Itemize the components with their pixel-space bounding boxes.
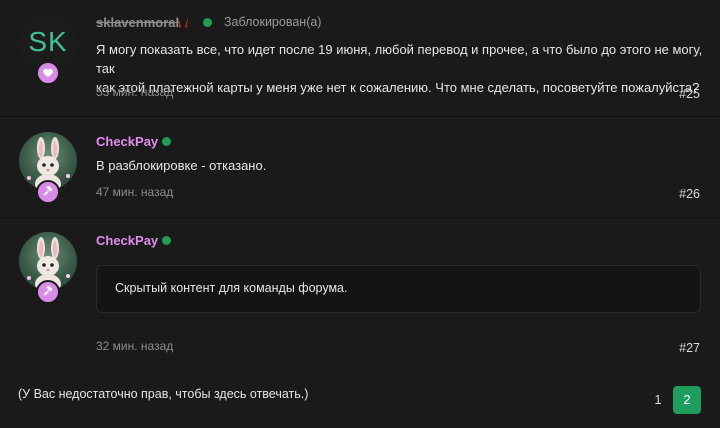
hidden-content-text: Скрытый контент для команды форума.	[115, 281, 348, 295]
no-permission-notice: (У Вас недостаточно прав, чтобы здесь от…	[18, 387, 309, 401]
online-indicator	[162, 236, 171, 245]
online-indicator	[203, 18, 212, 27]
heart-icon	[36, 61, 60, 85]
message-line: как этой платежной карты у меня уже нет …	[96, 80, 700, 95]
post-26: CheckPay В разблокировке - отказано. 47 …	[0, 116, 720, 217]
message-line: Я могу показать все, что идет после 19 и…	[96, 42, 703, 76]
post-number[interactable]: #26	[679, 187, 700, 201]
banned-status: Заблокирован(а)	[224, 15, 322, 29]
post-message: В разблокировке - отказано.	[96, 158, 267, 173]
page-1-link[interactable]: 1	[644, 386, 672, 414]
post-25: SK sklavenmoral Заблокирован(а) Я могу п…	[0, 0, 720, 115]
devil-horns-icon	[176, 16, 190, 35]
hidden-content-box: Скрытый контент для команды форума.	[96, 265, 701, 313]
post-time[interactable]: 47 мин. назад	[96, 185, 173, 199]
online-indicator	[162, 137, 171, 146]
username[interactable]: CheckPay	[96, 134, 158, 149]
post-number[interactable]: #27	[679, 341, 700, 355]
gavel-icon	[36, 280, 60, 304]
post-number[interactable]: #25	[679, 87, 700, 101]
post-27: CheckPay Скрытый контент для команды фор…	[0, 217, 720, 366]
gavel-icon	[36, 180, 60, 204]
page-2-current[interactable]: 2	[673, 386, 701, 414]
username[interactable]: CheckPay	[96, 233, 158, 248]
username[interactable]: sklavenmoral	[96, 15, 179, 30]
post-time[interactable]: 32 мин. назад	[96, 339, 173, 353]
post-message: Я могу показать все, что идет после 19 и…	[96, 40, 720, 97]
post-time[interactable]: 53 мин. назад	[96, 85, 173, 99]
